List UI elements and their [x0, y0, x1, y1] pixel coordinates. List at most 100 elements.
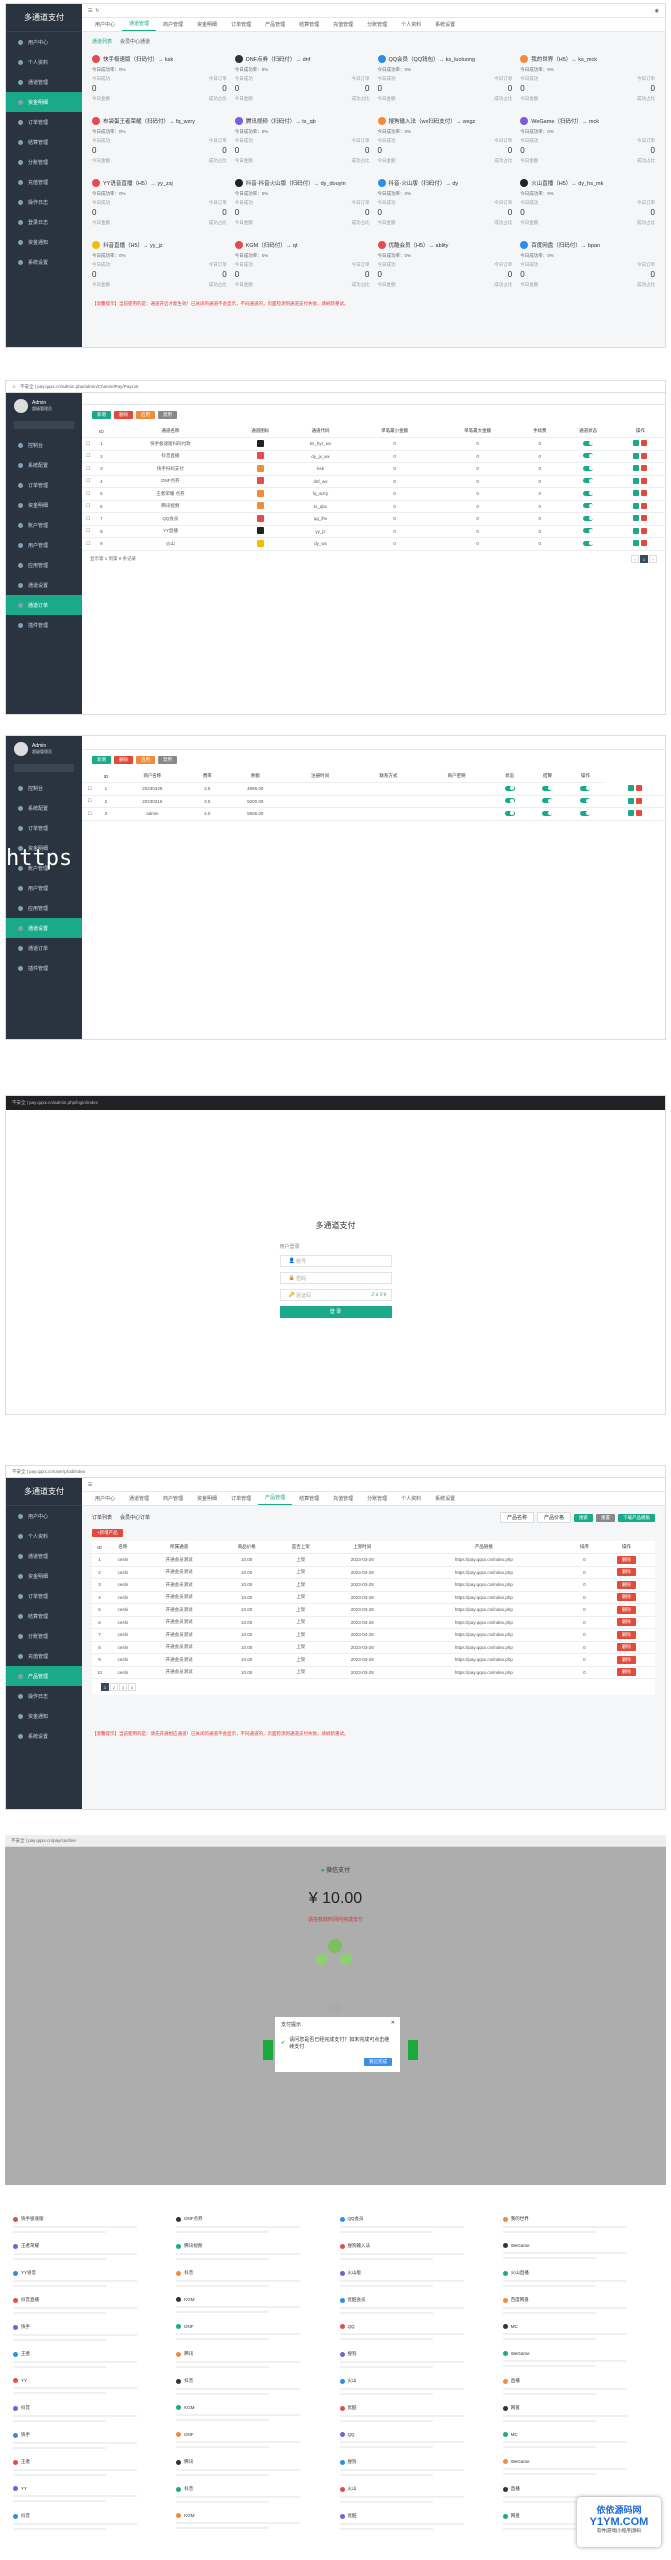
- tab-item[interactable]: 个人资料: [394, 21, 428, 31]
- row-checkbox[interactable]: ☐: [82, 437, 95, 451]
- delete-icon[interactable]: [641, 477, 648, 484]
- edit-icon[interactable]: [633, 515, 640, 522]
- mini-card[interactable]: 搜狗输入法: [336, 2241, 499, 2268]
- delete-icon[interactable]: [641, 515, 648, 522]
- edit-icon[interactable]: [633, 477, 640, 484]
- status-toggle[interactable]: [583, 465, 594, 471]
- page-button[interactable]: 4: [128, 1683, 136, 1691]
- sidebar-item[interactable]: 资金通知: [6, 1706, 82, 1726]
- tab-item[interactable]: 订单管理: [224, 21, 258, 31]
- tab-item[interactable]: 通道管理: [122, 20, 157, 31]
- row-checkbox[interactable]: ☐: [82, 525, 95, 538]
- sidebar-item[interactable]: 账户管理: [6, 515, 82, 535]
- avatar[interactable]: ◉: [655, 8, 659, 14]
- mini-card[interactable]: WeGame: [499, 2241, 662, 2268]
- sidebar-item[interactable]: 用户管理: [6, 878, 82, 898]
- login-button[interactable]: 登 录: [279, 1306, 392, 1318]
- delete-button[interactable]: 删除: [616, 1568, 636, 1577]
- mini-card[interactable]: KGM: [172, 2295, 335, 2322]
- add-product-button[interactable]: +新增产品: [92, 1529, 123, 1537]
- status-toggle[interactable]: [504, 785, 515, 791]
- channel-card[interactable]: DNF点券（扫码付）→ dnf 今日成功率：0% 今日成功 今日订单 0 0 今日金额 成功占…: [231, 51, 374, 113]
- status-toggle[interactable]: [504, 798, 515, 804]
- sub-tab[interactable]: 订单列表: [92, 1514, 112, 1521]
- channel-card[interactable]: 搜狗输入法（wx扫码支付）→ wxgz 今日成功率：0% 今日成功 今日订单 0 0 今日金…: [374, 113, 517, 175]
- mini-card[interactable]: 快手: [9, 2322, 172, 2349]
- status-toggle[interactable]: [542, 785, 553, 791]
- channel-card[interactable]: 抖音·火山版（扫码付）→ dy 今日成功率：0% 今日成功 今日订单 0 0 今日金额 成功占…: [374, 175, 517, 237]
- edit-icon[interactable]: [633, 452, 640, 459]
- delete-button[interactable]: 删除: [616, 1605, 636, 1614]
- mini-card[interactable]: MC: [499, 2430, 662, 2457]
- sidebar-item[interactable]: 系统配置: [6, 798, 82, 818]
- sidebar-item[interactable]: 资金明细: [6, 92, 82, 112]
- sidebar-item[interactable]: 订单管理: [6, 112, 82, 132]
- row-checkbox[interactable]: ☐: [82, 450, 95, 463]
- tab-item[interactable]: 分账管理: [360, 1495, 394, 1505]
- sidebar-item[interactable]: 应用管理: [6, 898, 82, 918]
- status-toggle[interactable]: [580, 798, 591, 804]
- sidebar-item[interactable]: 通道设置: [6, 575, 82, 595]
- sidebar-item[interactable]: 充值管理: [6, 172, 82, 192]
- delete-button[interactable]: 删除: [616, 1668, 636, 1677]
- mini-card[interactable]: 抖音: [172, 2376, 335, 2403]
- mini-card[interactable]: 我的世界: [499, 2214, 662, 2241]
- sidebar-item[interactable]: 用户管理: [6, 535, 82, 555]
- sidebar-item[interactable]: 用户中心: [6, 1506, 82, 1526]
- dialog-confirm-button[interactable]: 我已完成: [364, 2058, 392, 2066]
- filter-name[interactable]: 产品名称: [499, 1512, 534, 1523]
- status-toggle[interactable]: [504, 810, 515, 816]
- mini-card[interactable]: 搜狗: [336, 2457, 499, 2484]
- edit-icon[interactable]: [633, 540, 640, 547]
- toolbar-button[interactable]: 禁用: [158, 411, 177, 419]
- sidebar-item[interactable]: 个人资料: [6, 1526, 82, 1546]
- sidebar-item[interactable]: 资金明细: [6, 1566, 82, 1586]
- delete-icon[interactable]: [641, 452, 648, 459]
- page-button[interactable]: 1: [640, 554, 648, 563]
- url-text[interactable]: 不安全 | pay.qqxx.cn/admin.php/admin/Channe…: [20, 384, 138, 390]
- sidebar-item[interactable]: 充值管理: [6, 1646, 82, 1666]
- sidebar-item[interactable]: 系统设置: [6, 252, 82, 272]
- sidebar-item[interactable]: 通道订单: [6, 938, 82, 958]
- sidebar-item[interactable]: 订单管理: [6, 475, 82, 495]
- status-toggle[interactable]: [583, 503, 594, 509]
- reset-button[interactable]: 重置: [596, 1513, 615, 1522]
- sidebar-search[interactable]: [14, 421, 74, 429]
- channel-card[interactable]: YY语音直播（H5）→ yy_zsj 今日成功率：0% 今日成功 今日订单 0 0 今日金额…: [88, 175, 231, 237]
- refresh-icon[interactable]: ↻: [95, 8, 99, 14]
- toolbar-button[interactable]: 删除: [114, 411, 133, 419]
- status-toggle[interactable]: [542, 810, 553, 816]
- mini-card[interactable]: 火山: [336, 2484, 499, 2511]
- edit-icon[interactable]: [627, 785, 634, 791]
- sidebar-item[interactable]: 订单管理: [6, 1586, 82, 1606]
- sidebar-item[interactable]: 系统配置: [6, 455, 82, 475]
- mini-card[interactable]: DNF点券: [172, 2214, 335, 2241]
- channel-card[interactable]: 优酷会员（H5）→ ablity 今日成功率：0% 今日成功 今日订单 0 0 今日金额 成功…: [374, 237, 517, 299]
- mini-card[interactable]: 腾讯视频: [172, 2241, 335, 2268]
- sub-tab[interactable]: 通道列表: [92, 38, 112, 45]
- delete-button[interactable]: 删除: [616, 1555, 636, 1564]
- tab-item[interactable]: 用户中心: [88, 1495, 122, 1505]
- password-field[interactable]: 🔒 密码: [279, 1272, 392, 1284]
- status-toggle[interactable]: [583, 453, 594, 459]
- delete-icon[interactable]: [635, 810, 642, 817]
- mini-card[interactable]: QQ会员: [336, 2214, 499, 2241]
- mini-card[interactable]: 王者荣耀: [9, 2241, 172, 2268]
- sidebar-item[interactable]: 通道管理: [6, 1546, 82, 1566]
- captcha-image[interactable]: 2 a 9 k: [371, 1292, 386, 1298]
- channel-card[interactable]: KGM（扫码付）→ qt 今日成功率：0% 今日成功 今日订单 0 0 今日金额 成功占比: [231, 237, 374, 299]
- tab-item[interactable]: 系统设置: [428, 1495, 462, 1505]
- delete-icon[interactable]: [641, 490, 648, 497]
- row-checkbox[interactable]: ☐: [82, 537, 95, 551]
- channel-card[interactable]: 我的世界（H5）→ ks_mck 今日成功率：0% 今日成功 今日订单 0 0 今日金额 成功…: [516, 51, 659, 113]
- row-checkbox[interactable]: ☐: [82, 500, 95, 513]
- mini-card[interactable]: 王者: [9, 2349, 172, 2376]
- mini-card[interactable]: 王者: [9, 2457, 172, 2484]
- delete-icon[interactable]: [641, 540, 648, 547]
- tab-item[interactable]: 分账管理: [360, 21, 394, 31]
- tab-item[interactable]: 用户中心: [88, 21, 122, 31]
- status-toggle[interactable]: [583, 478, 594, 484]
- tab-item[interactable]: 产品管理: [258, 1494, 293, 1505]
- sidebar-item[interactable]: 订单管理: [6, 818, 82, 838]
- channel-card[interactable]: 腾讯视频（扫码付）→ tx_qb 今日成功率：0% 今日成功 今日订单 0 0 今日金额 成功…: [231, 113, 374, 175]
